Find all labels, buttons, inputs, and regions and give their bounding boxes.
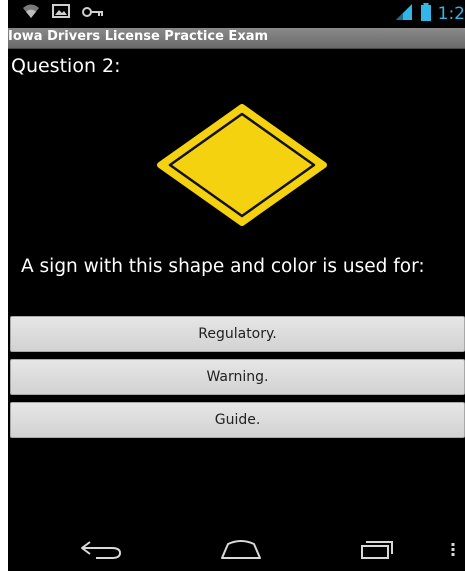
wifi-icon [22,3,40,23]
key-icon [82,4,104,23]
status-left-icons [22,3,104,23]
app-title: Iowa Drivers License Practice Exam [8,29,269,44]
diamond-warning-sign-icon [157,104,327,226]
navigation-bar [8,526,465,571]
recent-apps-icon[interactable] [358,536,398,566]
back-icon[interactable] [78,536,124,566]
status-bar: 1:2 [8,0,465,28]
app-title-bar: Iowa Drivers License Practice Exam [8,28,465,49]
status-time: 1:2 [437,4,465,24]
answer-button-warning[interactable]: Warning. [10,359,465,395]
app-screen: 1:2 Iowa Drivers License Practice Exam Q… [8,0,465,571]
answer-label: Guide. [214,412,261,428]
question-number: Question 2: [11,55,121,77]
answer-button-guide[interactable]: Guide. [10,402,465,438]
answer-button-regulatory[interactable]: Regulatory. [10,316,465,352]
menu-icon[interactable] [450,536,456,566]
status-right-icons: 1:2 [394,3,465,25]
home-icon[interactable] [218,536,264,566]
answer-label: Regulatory. [198,326,277,342]
battery-icon [420,3,432,25]
question-text: A sign with this shape and color is used… [21,256,425,277]
image-icon [52,3,70,23]
answer-label: Warning. [206,369,269,385]
sign-image [156,104,328,226]
signal-icon [394,3,414,25]
